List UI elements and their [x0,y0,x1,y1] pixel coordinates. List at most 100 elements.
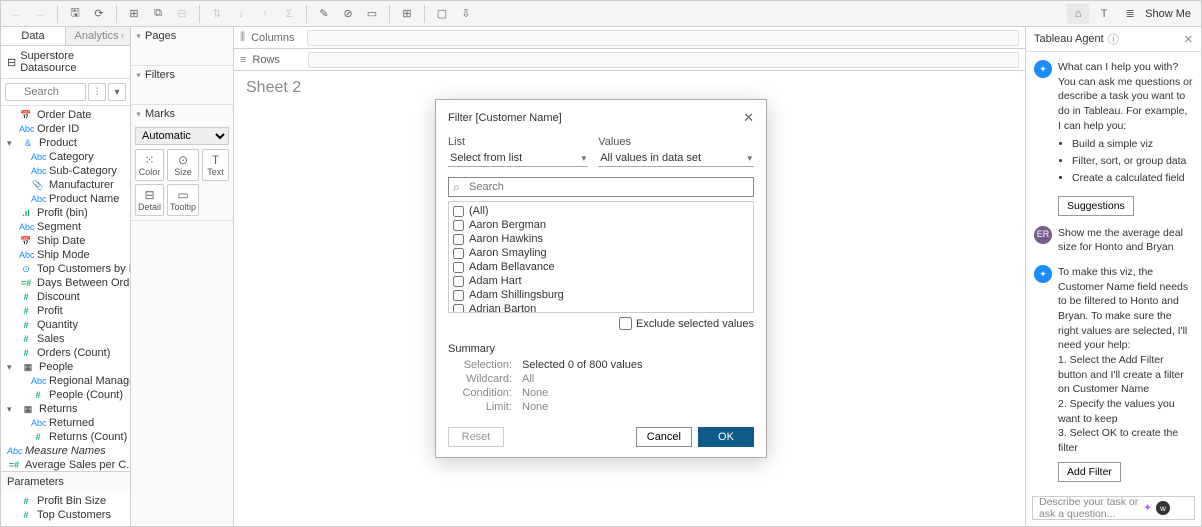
filter-search-input[interactable] [448,177,754,197]
table-people[interactable]: ▾▦People [1,360,130,374]
show-labels-button[interactable]: ▭ [361,4,383,24]
values-mode-select[interactable]: All values in data set [598,150,754,167]
mark-tooltip[interactable]: ▭Tooltip [167,184,199,216]
list-mode-select[interactable]: Select from list [448,150,588,167]
field-discount[interactable]: #Discount [1,290,130,304]
agent-close-button[interactable]: ✕ [1184,33,1193,46]
add-filter-button[interactable]: Add Filter [1058,462,1121,482]
field-search-input[interactable] [5,83,86,101]
filter-item[interactable]: Adrian Barton [453,302,749,313]
field-profit-bin[interactable]: .ılProfit (bin) [1,206,130,220]
field-manufacturer[interactable]: 📎Manufacturer [1,178,130,192]
field-sub-category[interactable]: AbcSub-Category [1,164,130,178]
bot-avatar-icon: ✦ [1034,60,1052,78]
field-orders-count[interactable]: #Orders (Count) [1,346,130,360]
ok-button[interactable]: OK [698,427,754,447]
new-worksheet-button[interactable]: ⊞ [123,4,145,24]
info-icon[interactable]: ⓘ [1108,31,1119,47]
back-button[interactable]: ← [5,4,27,24]
mark-type-select[interactable]: Automatic [135,127,229,145]
values-label: Values [598,136,754,148]
field-regional-manager[interactable]: AbcRegional Manager [1,374,130,388]
format-icon[interactable]: T [1093,4,1115,24]
field-measure-names[interactable]: AbcMeasure Names [1,444,130,458]
save-button[interactable]: 🖫 [64,4,86,24]
cancel-button[interactable]: Cancel [636,427,692,447]
field-ship-mode[interactable]: AbcShip Mode [1,248,130,262]
field-days-between[interactable]: =#Days Between Orde... [1,276,130,290]
mark-color[interactable]: ⁙Color [135,149,164,181]
revert-button[interactable]: ⟳ [88,4,110,24]
fit-button[interactable]: ⊞ [396,4,418,24]
rows-shelf[interactable]: ≡ Rows [234,49,1025,71]
field-avg-sales[interactable]: =#Average Sales per C... [1,458,130,471]
showme-icon[interactable]: ≣ [1119,4,1141,24]
field-returned[interactable]: AbcReturned [1,416,130,430]
tooltip-icon: ▭ [170,188,196,202]
filter-item[interactable]: Aaron Smayling [453,246,749,260]
filter-values-list[interactable]: (All) Aaron Bergman Aaron Hawkins Aaron … [448,201,754,313]
filter-item[interactable]: Adam Shillingsburg [453,288,749,302]
download-button[interactable]: ⇩ [455,4,477,24]
field-order-date[interactable]: 📅Order Date [1,108,130,122]
search-options-button[interactable]: ⫶ [88,83,106,101]
group-button[interactable]: ⊘ [337,4,359,24]
sparkle-icon: ✦ [1143,502,1152,514]
presentation-button[interactable]: ▢ [431,4,453,24]
columns-shelf[interactable]: ⫼ Columns [234,27,1025,49]
field-product[interactable]: ▾&Product [1,136,130,150]
agent-response-1: To make this viz, the Customer Name fiel… [1058,265,1193,353]
field-order-id[interactable]: AbcOrder ID [1,122,130,136]
agent-input[interactable]: Describe your task or ask a question... … [1032,496,1195,520]
table-returns[interactable]: ▾▦Returns [1,402,130,416]
exclude-checkbox[interactable]: Exclude selected values [619,317,754,330]
field-product-name[interactable]: AbcProduct Name [1,192,130,206]
filters-card[interactable]: Filters [131,66,233,105]
field-quantity[interactable]: #Quantity [1,318,130,332]
dialog-close-button[interactable]: ✕ [743,110,754,126]
filter-item[interactable]: Adam Bellavance [453,260,749,274]
field-category[interactable]: AbcCategory [1,150,130,164]
reset-button[interactable]: Reset [448,427,504,447]
field-people-count[interactable]: #People (Count) [1,388,130,402]
tab-data[interactable]: Data [1,27,66,45]
agent-title: Tableau Agent [1034,33,1104,45]
filter-item[interactable]: Aaron Hawkins [453,232,749,246]
datasource-row[interactable]: ⊟ Superstore Datasource [1,46,130,79]
field-sales[interactable]: #Sales [1,332,130,346]
mark-detail[interactable]: ⊟Detail [135,184,164,216]
filter-dialog: Filter [Customer Name] ✕ List Select fro… [435,99,767,458]
highlight-button[interactable]: ✎ [313,4,335,24]
forward-button[interactable]: → [29,4,51,24]
data-guide-icon[interactable]: ⌂ [1067,4,1089,24]
tab-analytics[interactable]: Analytics‹ [66,27,130,45]
sort-asc-button[interactable]: ↓ [230,4,252,24]
suggestions-button[interactable]: Suggestions [1058,196,1134,216]
datasource-name: Superstore Datasource [20,50,124,74]
mark-text[interactable]: TText [202,149,229,181]
columns-drop-zone[interactable] [307,30,1019,46]
filter-item-all[interactable]: (All) [453,204,749,218]
param-profit-bin-size[interactable]: #Profit Bin Size [1,494,130,508]
field-segment[interactable]: AbcSegment [1,220,130,234]
send-icon[interactable]: w [1156,501,1170,515]
clear-button[interactable]: ⊟ [171,4,193,24]
param-top-customers[interactable]: #Top Customers [1,508,130,522]
field-top-customers[interactable]: ⊙Top Customers by P... [1,262,130,276]
field-ship-date[interactable]: 📅Ship Date [1,234,130,248]
filter-item[interactable]: Aaron Bergman [453,218,749,232]
show-me-panel-toggle[interactable]: ⌂ T ≣ Show Me [1061,4,1197,24]
duplicate-button[interactable]: ⧉ [147,4,169,24]
swap-button[interactable]: ⇅ [206,4,228,24]
pages-card[interactable]: Pages [131,27,233,66]
totals-button[interactable]: Σ [278,4,300,24]
cards-column: Pages Filters Marks Automatic ⁙Color ⊙Si… [131,27,234,526]
mark-size[interactable]: ⊙Size [167,149,199,181]
rows-drop-zone[interactable] [308,52,1019,68]
search-dropdown-button[interactable]: ▾ [108,83,126,101]
summary-label: Summary [448,343,754,355]
field-returns-count[interactable]: #Returns (Count) [1,430,130,444]
filter-item[interactable]: Adam Hart [453,274,749,288]
field-profit[interactable]: #Profit [1,304,130,318]
sort-desc-button[interactable]: ↑ [254,4,276,24]
